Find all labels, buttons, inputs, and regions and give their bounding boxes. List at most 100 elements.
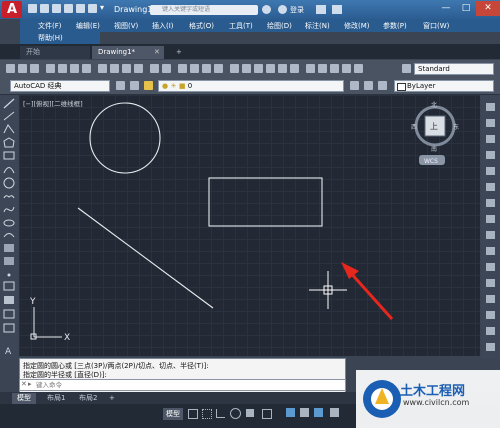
open-icon[interactable] [18,64,27,73]
ortho-icon[interactable] [216,409,225,418]
multileader-style-icon[interactable] [342,64,351,73]
menu-window[interactable]: 窗口(W) [423,21,449,31]
paste-icon[interactable] [122,64,131,73]
maximize-button[interactable]: □ [456,1,476,16]
model-space-button[interactable]: 模型 [163,408,183,420]
sheet-set-icon[interactable] [266,64,275,73]
tab-model[interactable]: 模型 [12,393,36,404]
redo-icon[interactable] [162,64,171,73]
tab-start[interactable]: 开始 [20,46,90,59]
print-icon[interactable] [46,64,55,73]
search-icon[interactable] [262,5,271,14]
tool-palettes-icon[interactable] [254,64,263,73]
quickcalc-icon[interactable] [290,64,299,73]
command-close-icon[interactable]: ✕ [21,380,27,388]
workspace-settings-icon[interactable] [116,81,125,90]
zoom-realtime-icon[interactable] [190,64,199,73]
3d-print-icon[interactable] [82,64,91,73]
snap-icon[interactable] [202,409,212,419]
match-properties-icon[interactable] [134,64,143,73]
layer-match-icon[interactable] [378,81,387,90]
plot-icon[interactable] [76,4,85,13]
rectangle-icon [3,151,15,160]
drawing-canvas[interactable]: [−][俯视][二维线框] Y X 上 北 南 东 西 WCS [19,95,480,356]
cut-icon[interactable] [98,64,107,73]
save-tb-icon[interactable] [30,64,39,73]
zoom-window-icon[interactable] [202,64,211,73]
minimize-button[interactable]: — [436,1,456,16]
menu-dimension[interactable]: 标注(N) [305,21,330,31]
offset-icon [486,151,495,159]
make-current-layer-icon[interactable] [350,81,359,90]
menu-file[interactable]: 文件(F) [38,21,62,31]
search-input[interactable]: 键入关键字或短语 [150,5,258,15]
menu-parametric[interactable]: 参数(P) [383,21,407,31]
new-icon[interactable] [6,64,15,73]
zoom-previous-icon[interactable] [214,64,223,73]
close-button[interactable]: ✕ [476,1,500,16]
new-layout-button[interactable]: + [104,393,120,404]
annotation-visibility-icon[interactable] [300,408,309,417]
close-tab-icon[interactable]: ✕ [154,48,160,56]
menu-tools[interactable]: 工具(T) [229,21,253,31]
undo-tb-icon[interactable] [150,64,159,73]
object-snap-icon[interactable] [246,409,254,417]
markup-icon[interactable] [278,64,287,73]
properties-icon[interactable] [230,64,239,73]
rotate-icon [486,199,495,207]
workspace-dropdown[interactable]: AutoCAD 经典 [10,80,110,92]
save-icon[interactable] [52,4,61,13]
modify-toolbar-icons[interactable] [481,95,500,359]
login-button[interactable]: 登录 [290,5,304,15]
help-tb-icon[interactable] [354,64,363,73]
layer-previous-icon[interactable] [364,81,373,90]
isodraft-icon[interactable] [262,409,272,419]
layer-properties-icon[interactable] [130,81,139,90]
user-icon [278,5,287,14]
text-style-manager-icon[interactable] [402,64,411,73]
text-style-icon[interactable] [306,64,315,73]
color-dropdown[interactable]: ByLayer [394,80,494,92]
exchange-icon[interactable] [316,5,326,14]
grid-icon[interactable] [188,409,198,419]
menu-format[interactable]: 格式(O) [189,21,214,31]
menu-draw[interactable]: 绘图(D) [267,21,292,31]
save-as-icon[interactable] [64,4,73,13]
help-icon[interactable] [332,5,342,14]
workspace-switch-icon[interactable] [314,408,323,417]
table-style-icon[interactable] [330,64,339,73]
copy-icon[interactable] [110,64,119,73]
undo-icon[interactable] [88,4,97,13]
design-center-icon[interactable] [242,64,251,73]
dim-style-icon[interactable] [318,64,327,73]
tab-layout2[interactable]: 布局2 [74,393,102,404]
layer-state-icon[interactable] [144,81,153,90]
annotation-scale-icon[interactable] [286,408,295,417]
pan-icon[interactable] [178,64,187,73]
circle-icon [3,177,15,189]
new-file-icon[interactable] [28,4,37,13]
open-file-icon[interactable] [40,4,49,13]
trim-icon [486,247,495,255]
table-icon [3,323,15,333]
draw-toolbar-icons[interactable]: A [0,95,18,359]
new-tab-button[interactable]: + [170,46,184,59]
hatch-icon [3,281,15,291]
publish-icon[interactable] [70,64,79,73]
polar-icon[interactable] [230,408,241,419]
menu-view[interactable]: 视图(V) [114,21,138,31]
mtext-icon: A [5,347,12,357]
extend-icon [486,263,495,271]
menu-modify[interactable]: 修改(M) [344,21,370,31]
qa-dropdown-icon[interactable]: ▾ [100,3,104,12]
menu-edit[interactable]: 编辑(E) [76,21,100,31]
command-input[interactable]: 键入命令 [19,379,346,391]
layer-dropdown[interactable]: ● ☀ ■ 0 [158,80,344,92]
autocad-logo-button[interactable]: A [2,1,22,18]
tab-layout1[interactable]: 布局1 [42,393,70,404]
text-style-dropdown[interactable]: Standard [414,63,494,75]
menu-insert[interactable]: 插入(I) [152,21,174,31]
menu-help[interactable]: 帮助(H) [38,33,63,43]
settings-icon[interactable] [330,408,339,417]
print-preview-icon[interactable] [58,64,67,73]
